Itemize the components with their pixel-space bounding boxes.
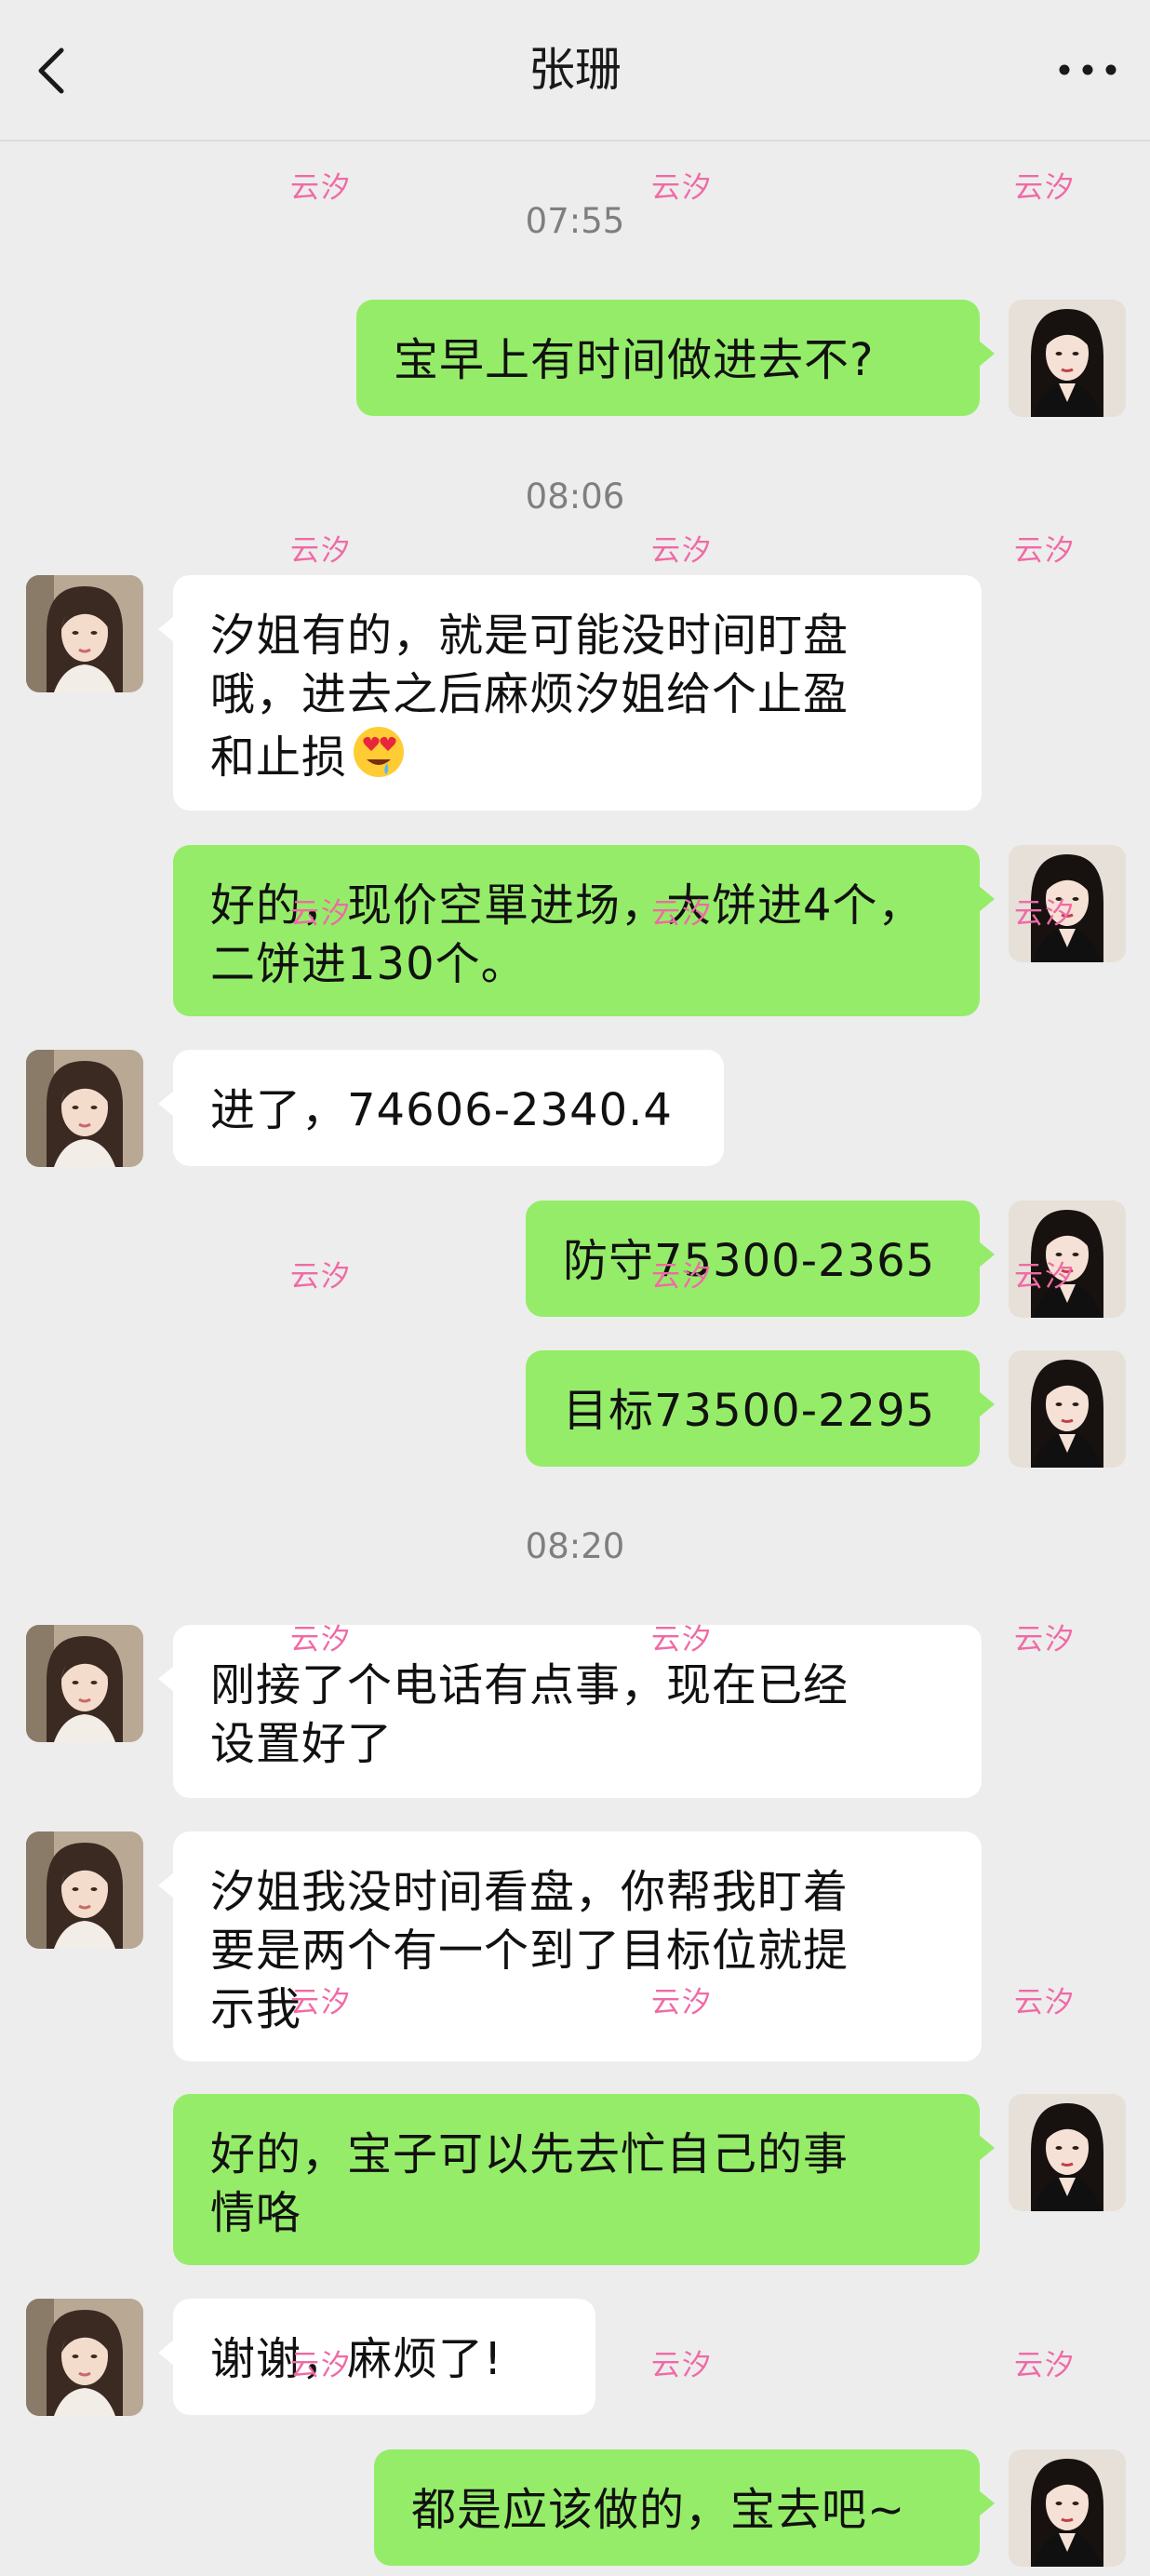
message-line: 汐姐有的，就是可能没时间盯盘 <box>210 610 849 662</box>
portrait-image <box>26 2299 143 2416</box>
message-line: 情咯 <box>210 2187 302 2239</box>
message-bubble-received[interactable]: 进了，74606-2340.4 <box>158 1050 724 1166</box>
portrait-image <box>1009 1201 1126 1318</box>
message-text: 进了，74606-2340.4 <box>210 1084 673 1136</box>
portrait-image <box>26 1625 143 1742</box>
message-line: 和止损 <box>210 731 348 784</box>
message-line: 哦，进去之后麻烦汐姐给个止盈 <box>210 668 849 720</box>
avatar-me[interactable] <box>1009 2094 1126 2211</box>
message-line: 设置好了 <box>210 1718 394 1770</box>
message-bubble-received[interactable]: 谢谢，麻烦了! <box>158 2299 595 2415</box>
message-line: 好的，现价空單进场，大饼进4个， <box>210 879 924 932</box>
watermark: 云汐 <box>290 1260 352 1294</box>
message-line: 好的，宝子可以先去忙自己的事 <box>210 2128 849 2180</box>
message-line: 示我 <box>210 1983 302 2035</box>
portrait-image <box>26 1050 143 1167</box>
message-text: 宝早上有时间做进去不? <box>394 334 875 386</box>
avatar-contact[interactable] <box>26 1625 143 1742</box>
message-line: 要是两个有一个到了目标位就提 <box>210 1925 849 1977</box>
avatar-me[interactable] <box>1009 300 1126 417</box>
avatar-me[interactable] <box>1009 845 1126 962</box>
portrait-image <box>1009 2094 1126 2211</box>
watermark: 云汐 <box>651 534 713 568</box>
portrait-image <box>26 575 143 692</box>
watermark: 云汐 <box>1014 171 1076 205</box>
portrait-image <box>26 1831 143 1949</box>
message-bubble-sent[interactable]: 好的，宝子可以先去忙自己的事 情咯 <box>173 2094 995 2265</box>
watermark: 云汐 <box>290 171 352 205</box>
message-bubble-sent[interactable]: 宝早上有时间做进去不? <box>356 300 995 416</box>
message-line: 刚接了个电话有点事，现在已经 <box>210 1659 849 1711</box>
watermark: 云汐 <box>1014 534 1076 568</box>
ellipsis-icon[interactable] <box>1046 41 1130 99</box>
message-bubble-sent[interactable]: 都是应该做的，宝去吧~ <box>374 2449 995 2566</box>
avatar-contact[interactable] <box>26 1050 143 1167</box>
heart-eyes-drooling-emoji <box>354 727 405 777</box>
message-line: 二饼进130个。 <box>210 938 527 990</box>
message-bubble-sent[interactable]: 目标73500-2295 <box>526 1350 995 1467</box>
chat-header: 张珊 <box>0 0 1150 141</box>
timestamp: 08:20 <box>525 1526 625 1566</box>
portrait-image <box>1009 2449 1126 2567</box>
message-line: 汐姐我没时间看盘，你帮我盯着 <box>210 1866 849 1918</box>
chat-title: 张珊 <box>528 43 622 97</box>
watermark: 云汐 <box>651 171 713 205</box>
message-bubble-sent[interactable]: 好的，现价空單进场，大饼进4个， 二饼进130个。 <box>173 845 995 1016</box>
avatar-contact[interactable] <box>26 575 143 692</box>
portrait-image <box>1009 1350 1126 1468</box>
portrait-image <box>1009 300 1126 417</box>
watermark: 云汐 <box>1014 1986 1076 2019</box>
message-text: 都是应该做的，宝去吧~ <box>411 2484 906 2536</box>
message-bubble-received[interactable]: 汐姐有的，就是可能没时间盯盘 哦，进去之后麻烦汐姐给个止盈 和止损 <box>158 575 982 811</box>
avatar-me[interactable] <box>1009 1201 1126 1318</box>
avatar-me[interactable] <box>1009 1350 1126 1468</box>
watermark: 云汐 <box>1014 2349 1076 2382</box>
message-text: 谢谢，麻烦了! <box>210 2333 503 2385</box>
avatar-me[interactable] <box>1009 2449 1126 2567</box>
message-bubble-received[interactable]: 刚接了个电话有点事，现在已经 设置好了 <box>158 1625 982 1798</box>
message-text: 目标73500-2295 <box>563 1385 936 1437</box>
avatar-contact[interactable] <box>26 2299 143 2416</box>
watermark: 云汐 <box>1014 1623 1076 1657</box>
message-bubble-sent[interactable]: 防守75300-2365 <box>526 1201 995 1317</box>
portrait-image <box>1009 845 1126 962</box>
watermark: 云汐 <box>651 2349 713 2382</box>
timestamp: 07:55 <box>525 201 625 241</box>
timestamp: 08:06 <box>525 476 625 517</box>
message-bubble-received[interactable]: 汐姐我没时间看盘，你帮我盯着 要是两个有一个到了目标位就提 示我 <box>158 1831 982 2061</box>
watermark: 云汐 <box>290 534 352 568</box>
avatar-contact[interactable] <box>26 1831 143 1949</box>
message-text: 防守75300-2365 <box>563 1235 936 1287</box>
